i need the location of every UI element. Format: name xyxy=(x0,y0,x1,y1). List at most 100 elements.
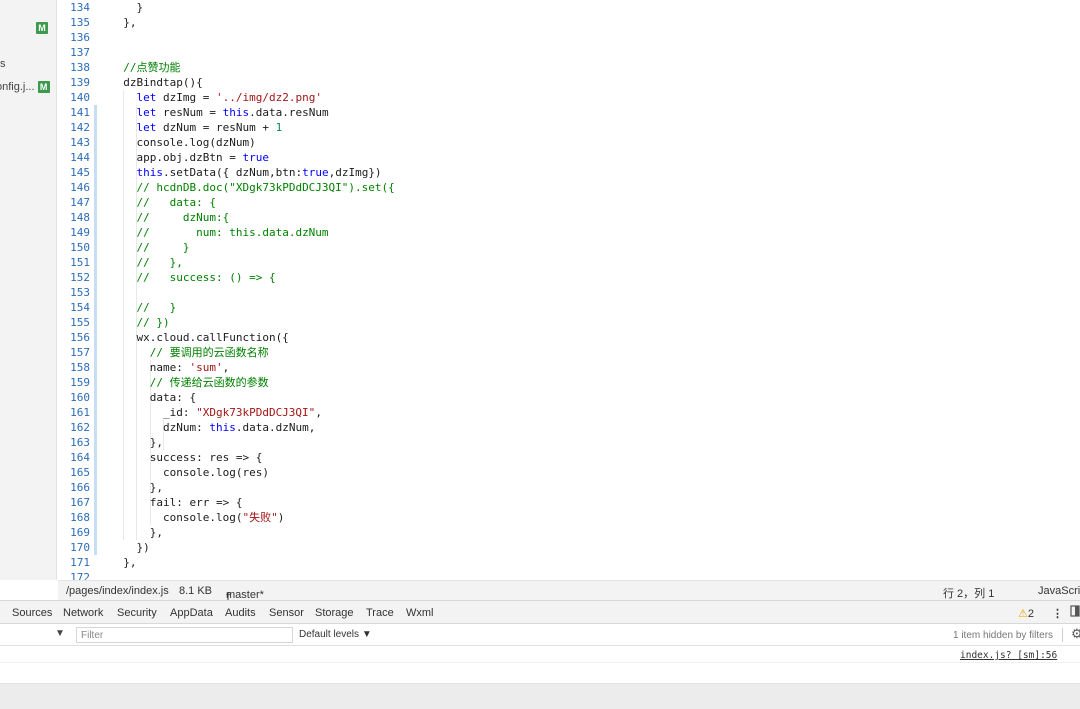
code-line[interactable]: 139 dzBindtap(){ xyxy=(58,75,1080,90)
code-text: console.log(res) xyxy=(110,466,269,479)
code-line[interactable]: 150 // } xyxy=(58,240,1080,255)
code-line[interactable]: 148 // dzNum:{ xyxy=(58,210,1080,225)
code-line[interactable]: 156 wx.cloud.callFunction({ xyxy=(58,330,1080,345)
line-number: 135 xyxy=(70,16,90,29)
tab-network[interactable]: Network xyxy=(63,607,103,619)
warning-indicator[interactable]: ⚠2 xyxy=(1018,607,1034,620)
code-line[interactable]: 152 // success: () => { xyxy=(58,270,1080,285)
console-input-area[interactable] xyxy=(0,684,1080,709)
code-editor[interactable]: 134 } 135 }, 136 137 138 //点赞功能 139 dzBindtap… xyxy=(58,0,1080,580)
more-options-icon[interactable]: ⋮ xyxy=(1052,607,1063,620)
tab-sensor[interactable]: Sensor xyxy=(269,607,304,619)
code-line[interactable]: 151 // }, xyxy=(58,255,1080,270)
line-number: 158 xyxy=(70,361,90,374)
change-marker xyxy=(94,495,97,510)
code-line[interactable]: 147 // data: { xyxy=(58,195,1080,210)
change-marker xyxy=(94,375,97,390)
code-text: //点赞功能 xyxy=(123,61,181,74)
code-text: // } xyxy=(136,301,177,314)
code-line[interactable]: 145 this.setData({ dzNum,btn:true,dzImg}… xyxy=(58,165,1080,180)
code-text: let dzNum = resNum + 1 xyxy=(136,121,283,134)
code-line[interactable]: 153 xyxy=(58,285,1080,300)
code-line[interactable]: 136 xyxy=(58,30,1080,45)
change-marker xyxy=(94,315,97,330)
code-line[interactable]: 146 // hcdnDB.doc("XDgk73kPDdDCJ3QI").se… xyxy=(58,180,1080,195)
code-line[interactable]: 168 console.log("失败") xyxy=(58,510,1080,525)
code-line[interactable]: 149 // num: this.data.dzNum xyxy=(58,225,1080,240)
warning-icon: ⚠ xyxy=(1018,608,1028,620)
file-tree-item-config[interactable]: onfig.j... M xyxy=(0,81,50,95)
change-marker xyxy=(94,105,97,120)
code-line[interactable]: 170 }) xyxy=(58,540,1080,555)
code-line[interactable]: 135 }, xyxy=(58,15,1080,30)
code-line[interactable]: 169 }, xyxy=(58,525,1080,540)
line-number: 163 xyxy=(70,436,90,449)
code-line[interactable]: 165 console.log(res) xyxy=(58,465,1080,480)
code-line[interactable]: 138 //点赞功能 xyxy=(58,60,1080,75)
tab-sources[interactable]: Sources xyxy=(12,607,52,619)
code-line[interactable]: 143 console.log(dzNum) xyxy=(58,135,1080,150)
code-text: }, xyxy=(110,436,163,449)
file-tree-item[interactable]: s xyxy=(0,58,6,72)
code-line[interactable]: 154 // } xyxy=(58,300,1080,315)
file-tree-item[interactable]: M xyxy=(36,22,48,36)
line-number: 150 xyxy=(70,241,90,254)
console-toolbar: ▼ Filter Default levels ▼ 1 item hidden … xyxy=(0,624,1080,646)
file-size: 8.1 KB xyxy=(179,585,213,597)
tab-security[interactable]: Security xyxy=(117,607,157,619)
line-number: 172 xyxy=(70,571,90,580)
code-line[interactable]: 155 // }) xyxy=(58,315,1080,330)
code-text: }, xyxy=(110,556,137,569)
code-line[interactable]: 163 }, xyxy=(58,435,1080,450)
code-line[interactable]: 164 success: res => { xyxy=(58,450,1080,465)
line-number: 134 xyxy=(70,1,90,14)
tab-audits[interactable]: Audits xyxy=(225,607,256,619)
console-filter-input[interactable]: Filter xyxy=(76,627,293,643)
dock-icon[interactable] xyxy=(1070,604,1080,621)
code-line[interactable]: 162 dzNum: this.data.dzNum, xyxy=(58,420,1080,435)
cursor-position[interactable]: 行 2，列 1 xyxy=(943,585,994,601)
line-number: 156 xyxy=(70,331,90,344)
code-line[interactable]: 157 // 要调用的云函数名称 xyxy=(58,345,1080,360)
code-line[interactable]: 166 }, xyxy=(58,480,1080,495)
log-levels-select[interactable]: Default levels ▼ xyxy=(299,629,372,640)
tab-storage[interactable]: Storage xyxy=(315,607,354,619)
log-source-link[interactable]: index.js? [sm]:56 xyxy=(960,650,1057,661)
change-marker xyxy=(94,390,97,405)
hidden-items-note: 1 item hidden by filters xyxy=(953,630,1054,641)
context-dropdown-arrow-icon[interactable]: ▼ xyxy=(55,628,65,639)
code-line[interactable]: 167 fail: err => { xyxy=(58,495,1080,510)
code-text: success: res => { xyxy=(110,451,263,464)
code-text: dzBindtap(){ xyxy=(110,76,203,89)
code-line[interactable]: 140 let dzImg = '../img/dz2.png' xyxy=(58,90,1080,105)
modified-badge: M xyxy=(37,81,50,94)
line-number: 145 xyxy=(70,166,90,179)
code-text: }) xyxy=(110,541,150,554)
line-number: 142 xyxy=(70,121,90,134)
code-line[interactable]: 160 data: { xyxy=(58,390,1080,405)
code-line[interactable]: 141 let resNum = this.data.resNum xyxy=(58,105,1080,120)
warning-count: 2 xyxy=(1027,608,1034,620)
tab-wxml[interactable]: Wxml xyxy=(406,607,434,619)
tab-trace[interactable]: Trace xyxy=(366,607,394,619)
code-line[interactable]: 171 }, xyxy=(58,555,1080,570)
code-line[interactable]: 158 name: 'sum', xyxy=(58,360,1080,375)
change-marker xyxy=(94,420,97,435)
line-number: 136 xyxy=(70,31,90,44)
gear-icon[interactable]: ⚙ xyxy=(1071,626,1080,642)
code-line[interactable]: 172 xyxy=(58,570,1080,580)
code-line[interactable]: 137 xyxy=(58,45,1080,60)
code-line[interactable]: 134 } xyxy=(58,0,1080,15)
language-mode[interactable]: JavaScript xyxy=(1038,585,1080,597)
line-number: 157 xyxy=(70,346,90,359)
code-line[interactable]: 161 _id: "XDgk73kPDdDCJ3QI", xyxy=(58,405,1080,420)
code-line[interactable]: 144 app.obj.dzBtn = true xyxy=(58,150,1080,165)
modified-badge: M xyxy=(36,22,48,35)
line-number: 153 xyxy=(70,286,90,299)
code-line[interactable]: 142 let dzNum = resNum + 1 xyxy=(58,120,1080,135)
file-path[interactable]: /pages/index/index.js xyxy=(66,585,169,597)
tab-appdata[interactable]: AppData xyxy=(170,607,213,619)
change-marker xyxy=(94,135,97,150)
code-line[interactable]: 159 // 传递给云函数的参数 xyxy=(58,375,1080,390)
chevron-down-icon: ▼ xyxy=(361,629,372,640)
